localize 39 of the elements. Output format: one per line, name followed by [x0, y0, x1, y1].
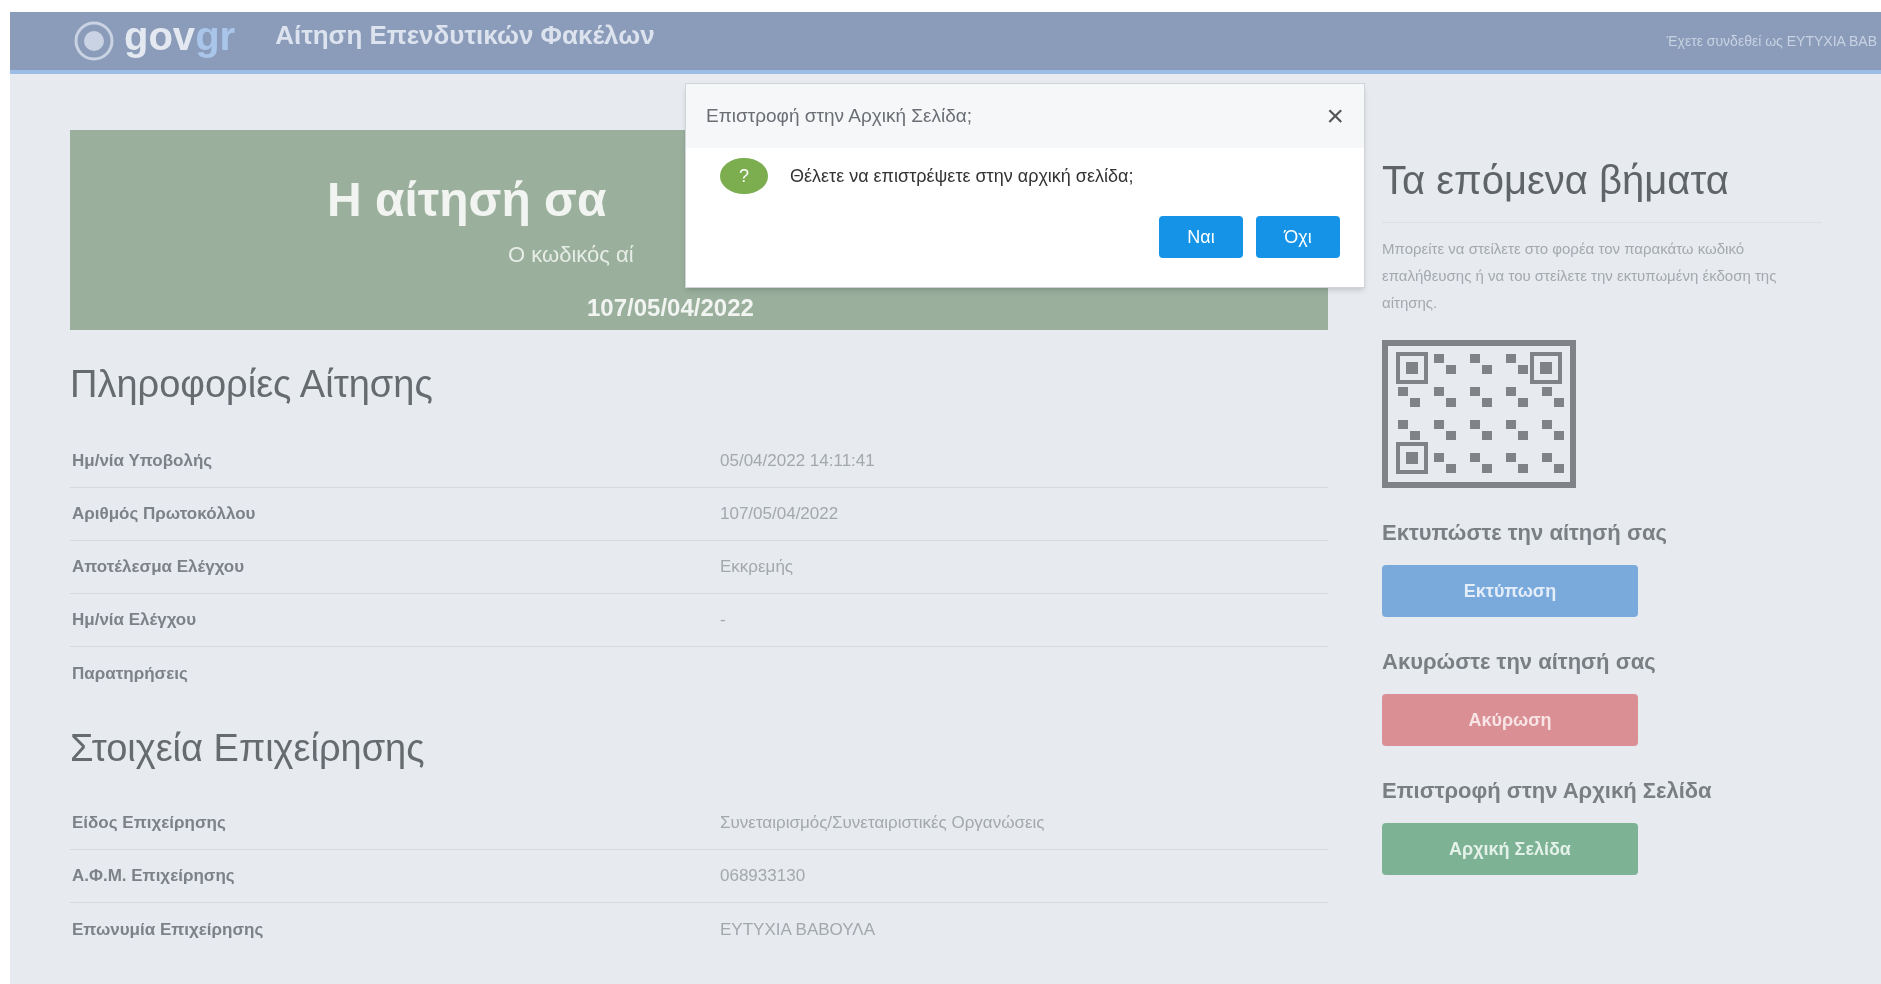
- dialog-title: Επιστροφή στην Αρχική Σελίδα;: [706, 103, 973, 128]
- banner-title: Η αίτησή σα: [327, 172, 607, 228]
- dialog-message: Θέλετε να επιστρέψετε στην αρχική σελίδα;: [790, 164, 1134, 188]
- field-value: Εκκρεμής: [720, 556, 794, 579]
- next-steps-heading: Τα επόμενα βήματα: [1382, 150, 1822, 223]
- field-value: 068933130: [720, 865, 806, 888]
- action-heading: Επιστροφή στην Αρχική Σελίδα: [1382, 777, 1713, 805]
- field-label: Ημ/νία Υποβολής: [71, 450, 214, 473]
- section-heading: Στοιχεία Επιχείρησης: [70, 726, 426, 771]
- section-heading: Πληροφορίες Αίτησης: [70, 362, 434, 407]
- field-label: Είδος Επιχείρησης: [71, 812, 227, 835]
- field-label: Ημ/νία Ελέγχου: [71, 609, 198, 632]
- logo[interactable]: govgr: [124, 16, 236, 56]
- field-value: 107/05/04/2022: [720, 503, 839, 526]
- app-title: Αίτηση Επενδυτικών Φακέλων: [275, 18, 655, 52]
- field-label: Αποτέλεσμα Ελέγχου: [71, 556, 246, 579]
- field-value: 05/04/2022 14:11:41: [720, 450, 875, 473]
- close-button[interactable]: ×: [1326, 101, 1344, 131]
- question-icon: ?: [720, 158, 768, 194]
- field-label: Επωνυμία Επιχείρησης: [71, 918, 265, 941]
- banner-subtitle: Ο κωδικός αί: [508, 241, 634, 269]
- action-heading: Ακυρώστε την αίτησή σας: [1382, 648, 1657, 676]
- field-value: Συνεταιρισμός/Συνεταιριστικές Οργανώσεις: [720, 812, 1045, 835]
- field-value: -: [720, 609, 726, 632]
- yes-button[interactable]: Ναι: [1159, 216, 1243, 258]
- logged-in-user: Έχετε συνδεθεί ως ΕΥΤΥΧΙΑ ΒΑΒ: [1666, 31, 1877, 51]
- qr-code-icon: [1382, 340, 1576, 488]
- print-button[interactable]: Εκτύπωση: [1382, 565, 1638, 617]
- field-value: ΕΥΤΥΧΙΑ ΒΑΒΟΥΛΑ: [720, 918, 876, 941]
- field-label: Αριθμός Πρωτοκόλλου: [71, 503, 257, 526]
- field-label: Α.Φ.Μ. Επιχείρησης: [71, 865, 236, 888]
- instructions-text: Μπορείτε να στείλετε στο φορέα τον παρακάτω κωδικό επαλήθευσης ή να του στείλετε την εκτυπωμένη έκδοση της αίτησης.: [1382, 239, 1778, 313]
- field-label: Παρατηρήσεις: [71, 662, 189, 685]
- application-code: 107/05/04/2022: [587, 293, 754, 323]
- home-button[interactable]: Αρχική Σελίδα: [1382, 823, 1638, 875]
- cancel-button[interactable]: Ακύρωση: [1382, 694, 1638, 746]
- no-button[interactable]: Όχι: [1256, 216, 1340, 258]
- action-heading: Εκτυπώστε την αίτησή σας: [1382, 519, 1668, 547]
- emblem-icon: [74, 21, 114, 61]
